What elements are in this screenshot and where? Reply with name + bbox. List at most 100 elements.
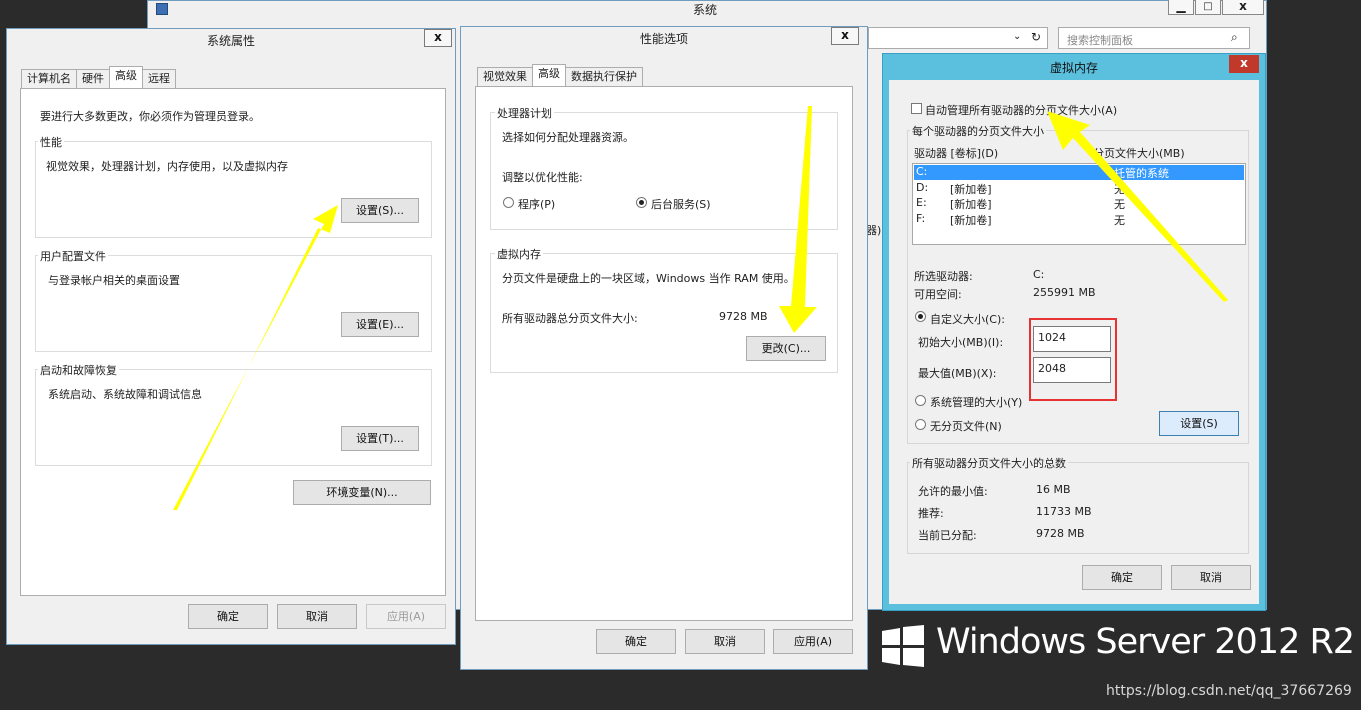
virtual-memory-cancel-button[interactable]: 取消 [1171, 565, 1251, 590]
drive-list[interactable]: C: 托管的系统 D: [新加卷] 无 E: [新加卷] 无 F: [新加卷] … [912, 163, 1246, 245]
performance-options-panel: 处理器计划 选择如何分配处理器资源。 调整以优化性能: 程序(P) 后台服务(S… [475, 86, 853, 621]
drive-row-e-size[interactable]: 无 [1114, 196, 1125, 212]
drive-row-f-size[interactable]: 无 [1114, 212, 1125, 228]
performance-options-dialog: 性能选项 x 视觉效果 高级 数据执行保护 处理器计划 选择如何分配处理器资源。… [460, 26, 868, 670]
virtual-memory-close-button[interactable]: x [1229, 55, 1259, 73]
performance-options-close-button[interactable]: x [831, 27, 859, 45]
system-properties-titlebar: 系统属性 [7, 29, 455, 55]
startup-recovery-settings-button[interactable]: 设置(T)... [341, 426, 419, 451]
drive-row-e-drive[interactable]: E: [916, 196, 927, 209]
system-app-icon [156, 3, 168, 15]
search-placeholder: 搜索控制面板 [1067, 34, 1133, 47]
system-properties-panel: 要进行大多数更改，你必须作为管理员登录。 性能 视觉效果，处理器计划，内存使用，… [20, 88, 446, 596]
total-paging-label: 所有驱动器总分页文件大小: [502, 312, 638, 325]
tab-visual-effects[interactable]: 视觉效果 [477, 67, 533, 86]
drive-row-c-size[interactable]: 托管的系统 [1114, 165, 1169, 181]
performance-options-titlebar: 性能选项 [461, 27, 867, 53]
tab-computer-name[interactable]: 计算机名 [21, 69, 77, 88]
address-bar[interactable]: ⌄ ↻ [868, 27, 1048, 49]
tab-dep[interactable]: 数据执行保护 [565, 67, 643, 86]
auto-manage-label[interactable]: 自动管理所有驱动器的分页文件大小(A) [925, 102, 1117, 118]
system-managed-label[interactable]: 系统管理的大小(Y) [930, 394, 1022, 410]
system-properties-close-button[interactable]: x [424, 29, 452, 47]
totals-legend: 所有驱动器分页文件大小的总数 [910, 455, 1068, 471]
user-profiles-group: 用户配置文件 与登录帐户相关的桌面设置 设置(E)... [35, 248, 432, 352]
user-profiles-legend: 用户配置文件 [38, 248, 108, 264]
system-properties-apply-button[interactable]: 应用(A) [366, 604, 446, 629]
background-label-fragment: 器) [866, 224, 882, 237]
drive-row-d-size[interactable]: 无 [1114, 181, 1125, 197]
currently-allocated-label: 当前已分配: [918, 529, 977, 542]
startup-recovery-group: 启动和故障恢复 系统启动、系统故障和调试信息 设置(T)... [35, 362, 432, 466]
search-input[interactable]: 搜索控制面板 ⌕ [1058, 27, 1250, 49]
system-managed-radio[interactable] [915, 395, 926, 406]
no-paging-radio[interactable] [915, 419, 926, 430]
auto-manage-checkbox[interactable] [911, 103, 922, 114]
system-properties-cancel-button[interactable]: 取消 [277, 604, 357, 629]
performance-options-ok-button[interactable]: 确定 [596, 629, 676, 654]
free-space-value: 255991 MB [1033, 286, 1096, 299]
drive-row-d-label[interactable]: [新加卷] [950, 181, 992, 197]
drive-row-d-drive[interactable]: D: [916, 181, 928, 194]
processor-scheduling-legend: 处理器计划 [495, 105, 554, 121]
processor-scheduling-desc: 选择如何分配处理器资源。 [502, 131, 634, 144]
selected-drive-label: 所选驱动器: [914, 270, 973, 283]
virtual-memory-group: 虚拟内存 分页文件是硬盘上的一块区域，Windows 当作 RAM 使用。 所有… [490, 246, 838, 373]
virtual-memory-dialog: 虚拟内存 x 自动管理所有驱动器的分页文件大小(A) 每个驱动器的分页文件大小 … [882, 53, 1266, 611]
virtual-memory-desc: 分页文件是硬盘上的一块区域，Windows 当作 RAM 使用。 [502, 272, 795, 285]
virtual-memory-title: 虚拟内存 [1049, 61, 1098, 75]
chevron-down-icon[interactable]: ⌄ [1013, 31, 1021, 42]
tab-hardware[interactable]: 硬件 [76, 69, 110, 88]
performance-settings-button[interactable]: 设置(S)... [341, 198, 419, 223]
performance-options-cancel-button[interactable]: 取消 [685, 629, 765, 654]
performance-desc: 视觉效果，处理器计划，内存使用，以及虚拟内存 [46, 160, 288, 173]
background-services-radio-label[interactable]: 后台服务(S) [651, 196, 711, 212]
change-virtual-memory-button[interactable]: 更改(C)... [746, 336, 826, 361]
admin-note: 要进行大多数更改，你必须作为管理员登录。 [40, 110, 260, 123]
selected-drive-value: C: [1033, 268, 1045, 281]
background-services-radio[interactable] [636, 197, 647, 208]
refresh-icon[interactable]: ↻ [1031, 30, 1041, 44]
tab-perf-advanced[interactable]: 高级 [532, 64, 566, 86]
no-paging-label[interactable]: 无分页文件(N) [930, 418, 1002, 434]
total-paging-value: 9728 MB [719, 310, 768, 323]
drive-row-f-drive[interactable]: F: [916, 212, 925, 225]
maximize-button[interactable]: □ [1195, 0, 1221, 15]
system-properties-ok-button[interactable]: 确定 [188, 604, 268, 629]
highlight-box [1029, 318, 1117, 401]
custom-size-label[interactable]: 自定义大小(C): [930, 311, 1005, 327]
drive-row-selected[interactable] [914, 165, 1244, 180]
system-properties-dialog: 系统属性 x 计算机名 硬件 高级 远程 要进行大多数更改，你必须作为管理员登录… [6, 28, 456, 645]
search-icon[interactable]: ⌕ [1231, 30, 1238, 45]
performance-options-tabs: 视觉效果 高级 数据执行保护 [477, 64, 643, 86]
initial-size-label: 初始大小(MB)(I): [918, 336, 1004, 349]
performance-options-apply-button[interactable]: 应用(A) [773, 629, 853, 654]
system-properties-tabs: 计算机名 硬件 高级 远程 [21, 66, 176, 88]
user-profiles-settings-button[interactable]: 设置(E)... [341, 312, 419, 337]
performance-legend: 性能 [38, 134, 64, 150]
virtual-memory-ok-button[interactable]: 确定 [1082, 565, 1162, 590]
programs-radio-label[interactable]: 程序(P) [518, 196, 555, 212]
drive-row-c-drive[interactable]: C: [916, 165, 927, 178]
system-window-titlebar: 系统 ▁ □ x [148, 0, 1266, 19]
custom-size-radio[interactable] [915, 311, 926, 322]
drive-row-e-label[interactable]: [新加卷] [950, 196, 992, 212]
system-window-title: 系统 [693, 3, 718, 17]
set-button[interactable]: 设置(S) [1159, 411, 1239, 436]
processor-scheduling-group: 处理器计划 选择如何分配处理器资源。 调整以优化性能: 程序(P) 后台服务(S… [490, 105, 838, 230]
system-close-button[interactable]: x [1222, 0, 1264, 15]
drive-row-f-label[interactable]: [新加卷] [950, 212, 992, 228]
virtual-memory-legend: 虚拟内存 [495, 246, 543, 262]
programs-radio[interactable] [503, 197, 514, 208]
min-allowed-label: 允许的最小值: [918, 485, 988, 498]
tab-advanced[interactable]: 高级 [109, 66, 143, 88]
environment-variables-button[interactable]: 环境变量(N)... [293, 480, 431, 505]
startup-recovery-legend: 启动和故障恢复 [38, 362, 119, 378]
free-space-label: 可用空间: [914, 288, 962, 301]
minimize-button[interactable]: ▁ [1168, 0, 1194, 15]
performance-options-title: 性能选项 [639, 32, 688, 46]
currently-allocated-value: 9728 MB [1036, 527, 1085, 540]
tab-remote[interactable]: 远程 [142, 69, 176, 88]
recommended-value: 11733 MB [1036, 505, 1092, 518]
windows-logo-icon [882, 625, 924, 667]
